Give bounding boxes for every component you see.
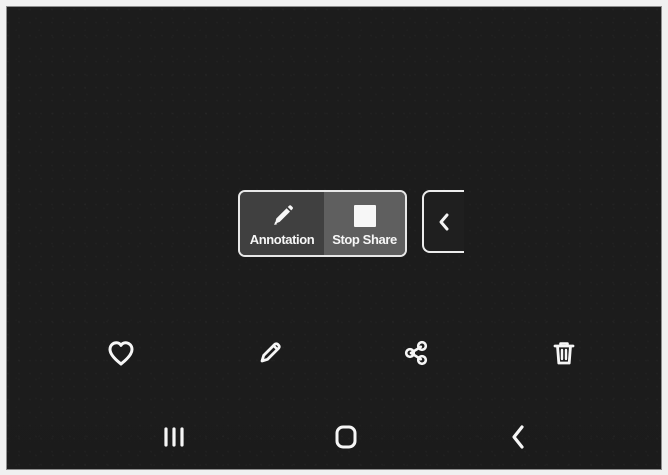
toolbar-collapse-button[interactable] bbox=[422, 190, 464, 253]
annotation-label: Annotation bbox=[249, 232, 315, 247]
stop-share-button[interactable]: Stop Share bbox=[324, 192, 405, 255]
recent-apps-icon bbox=[161, 425, 187, 449]
favorite-button[interactable] bbox=[102, 334, 140, 372]
share-icon bbox=[401, 338, 431, 368]
stop-square-icon bbox=[351, 202, 379, 230]
edit-button[interactable] bbox=[251, 334, 289, 372]
delete-button[interactable] bbox=[545, 334, 583, 372]
share-button[interactable] bbox=[397, 334, 435, 372]
pencil-icon bbox=[268, 202, 296, 230]
recent-apps-button[interactable] bbox=[153, 416, 195, 458]
home-button[interactable] bbox=[325, 416, 367, 458]
scanned-phone-screen-photo: Annotation Stop Share bbox=[0, 0, 668, 475]
screen-share-floating-toolbar: Annotation Stop Share bbox=[238, 190, 407, 257]
heart-outline-icon bbox=[106, 339, 136, 367]
annotation-button[interactable]: Annotation bbox=[240, 192, 324, 255]
back-icon bbox=[507, 422, 529, 452]
back-button[interactable] bbox=[497, 416, 539, 458]
trash-icon bbox=[550, 338, 578, 368]
phone-screen: Annotation Stop Share bbox=[6, 6, 662, 470]
stop-share-label: Stop Share bbox=[332, 232, 397, 247]
home-icon bbox=[331, 423, 361, 451]
pencil-outline-icon bbox=[255, 338, 285, 368]
chevron-left-icon bbox=[437, 211, 451, 233]
